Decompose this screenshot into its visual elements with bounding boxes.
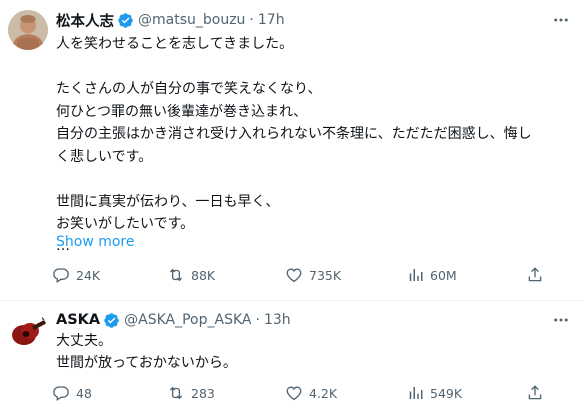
- reply-count: 24K: [76, 267, 101, 283]
- like-count: 4.2K: [309, 385, 338, 401]
- post-line: 世間が放っておかないから。: [56, 354, 237, 371]
- repost-button[interactable]: 283: [167, 382, 215, 404]
- more-icon: [554, 18, 568, 22]
- like-count: 735K: [309, 267, 342, 283]
- display-name[interactable]: ASKA: [56, 312, 100, 328]
- repost-icon: [169, 386, 183, 400]
- handle[interactable]: @ASKA_Pop_ASKA: [124, 312, 251, 328]
- post-line: 自分の主張はかき消され受け入れられない不条理に、ただただ困惑し、悔し: [56, 126, 532, 142]
- views-icon: [409, 269, 423, 281]
- view-count: 60M: [430, 267, 457, 283]
- post-header: 松本人志 @matsu_bouzu · 17h: [56, 10, 285, 30]
- verified-badge-icon: [103, 312, 120, 329]
- avatar-matsumoto[interactable]: [8, 10, 48, 50]
- post-actions: 24K 88K 735K 60M: [48, 264, 576, 286]
- reply-button[interactable]: 24K: [52, 264, 100, 286]
- verified-badge-icon: [117, 12, 134, 29]
- post-header: ASKA @ASKA_Pop_ASKA · 13h: [56, 310, 291, 330]
- post-line: 何ひとつ罪の無い後輩達が巻き込まれ、: [56, 103, 308, 120]
- post-line: く悲しいです。: [56, 148, 153, 165]
- post-aska: ASKA @ASKA_Pop_ASKA · 13h 大丈夫。 世間が放っておかな…: [0, 301, 584, 409]
- like-button[interactable]: 4.2K: [285, 382, 337, 404]
- view-count: 549K: [430, 385, 463, 401]
- display-name[interactable]: 松本人志: [56, 10, 114, 31]
- share-icon: [528, 267, 542, 282]
- post-line: [56, 55, 576, 75]
- post-text: 大丈夫。 世間が放っておかないから。: [56, 332, 576, 373]
- reply-count: 48: [76, 385, 92, 401]
- post-matsumoto: 松本人志 @matsu_bouzu · 17h 人を笑わせることを志してきました…: [0, 0, 584, 300]
- post-text: 人を笑わせることを志してきました。 たくさんの人が自分の事で笑えなくなり、 何ひ…: [56, 35, 576, 256]
- share-icon: [528, 385, 542, 400]
- separator-dot: ·: [255, 312, 260, 328]
- views-button[interactable]: 60M: [406, 264, 457, 286]
- reply-icon: [53, 386, 69, 402]
- share-button[interactable]: [526, 264, 544, 286]
- avatar-aska[interactable]: [8, 311, 48, 351]
- repost-count: 88K: [191, 267, 216, 283]
- repost-count: 283: [191, 385, 215, 401]
- share-button[interactable]: [526, 382, 544, 404]
- heart-icon: [286, 386, 302, 401]
- post-line: 人を笑わせることを志してきました。: [56, 36, 294, 52]
- more-icon: [554, 318, 568, 322]
- post-actions: 48 283 4.2K 549K: [48, 382, 576, 404]
- like-button[interactable]: 735K: [285, 264, 341, 286]
- post-line: お笑いがしたいです。: [56, 216, 195, 232]
- heart-icon: [286, 268, 302, 283]
- separator-dot: ·: [249, 12, 254, 28]
- post-line: [56, 167, 576, 187]
- post-line: 世間に真実が伝わり、一日も早く、: [56, 193, 280, 210]
- timestamp[interactable]: 13h: [264, 312, 291, 328]
- timestamp[interactable]: 17h: [258, 12, 285, 28]
- post-line: たくさんの人が自分の事で笑えなくなり、: [56, 81, 322, 97]
- reply-button[interactable]: 48: [52, 382, 92, 404]
- views-icon: [409, 387, 423, 399]
- reply-icon: [53, 268, 69, 284]
- views-button[interactable]: 549K: [406, 382, 462, 404]
- show-more-link[interactable]: Show more: [56, 234, 135, 250]
- repost-button[interactable]: 88K: [167, 264, 215, 286]
- post-line: 大丈夫。: [56, 333, 112, 349]
- more-options-button[interactable]: [550, 310, 572, 330]
- repost-icon: [169, 268, 183, 282]
- handle[interactable]: @matsu_bouzu: [138, 12, 245, 28]
- more-options-button[interactable]: [550, 10, 572, 30]
